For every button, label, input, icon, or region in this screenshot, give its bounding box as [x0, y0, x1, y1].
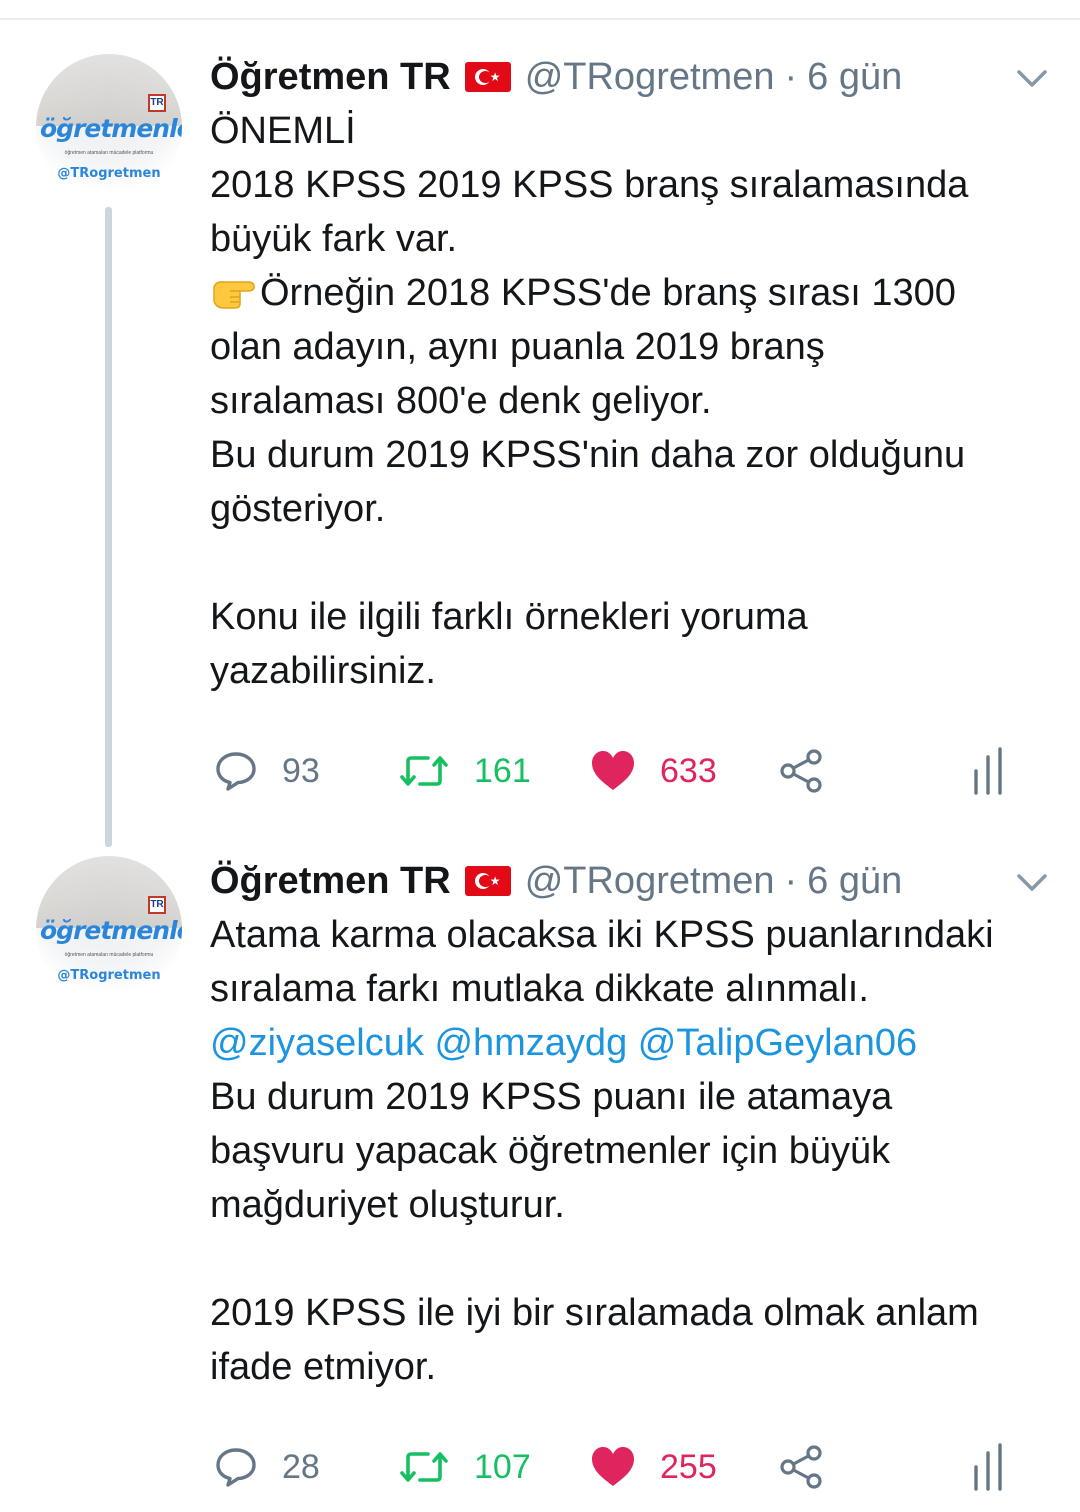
mention-link[interactable]: @hmzaydg [434, 1022, 627, 1064]
retweet-button[interactable]: 107 [398, 1437, 531, 1497]
reply-count: 28 [282, 1447, 320, 1486]
pointing-hand-emoji-icon [213, 281, 255, 309]
like-count: 633 [660, 751, 717, 790]
text-line: ÖNEMLİ [210, 110, 356, 152]
tweet-header: Öğretmen TR ★ @TRogretmen · 6 gün [210, 52, 902, 102]
text-line: Atama karma olacaksa iki KPSS puanlarınd… [210, 914, 994, 956]
analytics-button[interactable] [970, 1437, 1010, 1497]
share-button[interactable] [778, 1437, 824, 1497]
text-line-content: Örneğin 2018 KPSS'de branş sırası 1300 [260, 272, 956, 314]
chevron-down-icon[interactable] [1014, 60, 1050, 96]
tweet-time[interactable]: 6 gün [807, 56, 902, 99]
mention-link[interactable]: @ziyaselcuk [210, 1022, 424, 1064]
reply-bubble-icon [216, 752, 256, 791]
tweet-header: Öğretmen TR ★ @TRogretmen · 6 gün [210, 856, 902, 906]
separator-dot: · [784, 55, 798, 98]
text-line: başvuru yapacak öğretmenler için büyük [210, 1130, 891, 1172]
text-line: Konu ile ilgili farklı örnekleri yoruma [210, 596, 808, 638]
mention-link[interactable]: @TalipGeylan06 [638, 1022, 917, 1064]
tweet-actions: 28 107 255 [210, 1437, 1040, 1497]
retweet-count: 161 [474, 751, 531, 790]
analytics-bars-icon [974, 1443, 1002, 1491]
text-line: ifade etmiyor. [210, 1346, 436, 1388]
avatar-logo-text: öğretmenler [40, 114, 182, 143]
avatar[interactable]: TR öğretmenler öğretmen atamaları mücade… [36, 856, 182, 1002]
avatar[interactable]: TR öğretmenler öğretmen atamaları mücade… [36, 54, 182, 200]
text-line: 2018 KPSS 2019 KPSS branş sıralamasında [210, 164, 969, 206]
text-line: sıralaması 800'e denk geliyor. [210, 380, 712, 422]
author-handle[interactable]: @TRogretmen [525, 56, 775, 99]
avatar-tr-mark: TR [148, 94, 166, 112]
text-line: Bu durum 2019 KPSS'nin daha zor olduğunu [210, 434, 966, 476]
reply-button[interactable]: 93 [214, 741, 320, 801]
text-line: 2019 KPSS ile iyi bir sıralamada olmak a… [210, 1292, 979, 1334]
separator-dot: · [784, 859, 798, 902]
author-name[interactable]: Öğretmen TR [210, 860, 451, 903]
text-line: yazabilirsiniz. [210, 650, 436, 692]
retweet-count: 107 [474, 1447, 531, 1486]
tweet-actions: 93 161 633 [210, 741, 1040, 801]
author-handle[interactable]: @TRogretmen [525, 860, 775, 903]
text-line: Bu durum 2019 KPSS puanı ile atamaya [210, 1076, 893, 1118]
share-button[interactable] [778, 741, 824, 801]
text-line: sıralama farkı mutlaka dikkate alınmalı. [210, 968, 869, 1010]
tweet-text: ÖNEMLİ 2018 KPSS 2019 KPSS branş sıralam… [210, 104, 1060, 698]
chevron-down-icon[interactable] [1014, 864, 1050, 900]
tweet-time[interactable]: 6 gün [807, 860, 902, 903]
text-line: Örneğin 2018 KPSS'de branş sırası 1300 [210, 266, 1060, 320]
reply-bubble-icon [216, 1448, 256, 1487]
retweet-icon [400, 756, 448, 786]
turkey-flag-icon: ★ [464, 866, 511, 896]
share-icon [780, 749, 822, 793]
author-name[interactable]: Öğretmen TR [210, 56, 451, 99]
like-button[interactable]: 255 [590, 1437, 717, 1497]
heart-icon [592, 751, 634, 790]
avatar-slogan: öğretmen atamaları mücadele platformu [64, 150, 154, 156]
analytics-button[interactable] [970, 741, 1010, 801]
like-button[interactable]: 633 [590, 741, 717, 801]
retweet-icon [400, 1452, 448, 1482]
text-line: mağduriyet oluşturur. [210, 1184, 565, 1226]
share-icon [780, 1445, 822, 1489]
avatar-handle-text: @TRogretmen [57, 166, 161, 181]
avatar-tr-mark: TR [148, 896, 166, 914]
like-count: 255 [660, 1447, 717, 1486]
mentions-line: @ziyaselcuk @hmzaydg @TalipGeylan06 [210, 1016, 1060, 1070]
retweet-button[interactable]: 161 [398, 741, 531, 801]
tweet-text: Atama karma olacaksa iki KPSS puanlarınd… [210, 908, 1060, 1394]
turkey-flag-icon: ★ [464, 62, 511, 92]
top-divider [0, 18, 1080, 20]
avatar-handle-text: @TRogretmen [57, 968, 161, 983]
text-line: büyük fark var. [210, 218, 458, 260]
reply-count: 93 [282, 751, 320, 790]
reply-button[interactable]: 28 [214, 1437, 320, 1497]
analytics-bars-icon [974, 747, 1002, 795]
avatar-logo-text: öğretmenler [40, 916, 182, 945]
avatar-slogan: öğretmen atamaları mücadele platformu [64, 952, 154, 958]
heart-icon [592, 1447, 634, 1486]
text-line: gösteriyor. [210, 488, 386, 530]
text-line: olan adayın, aynı puanla 2019 branş [210, 326, 825, 368]
thread-line [105, 207, 112, 847]
